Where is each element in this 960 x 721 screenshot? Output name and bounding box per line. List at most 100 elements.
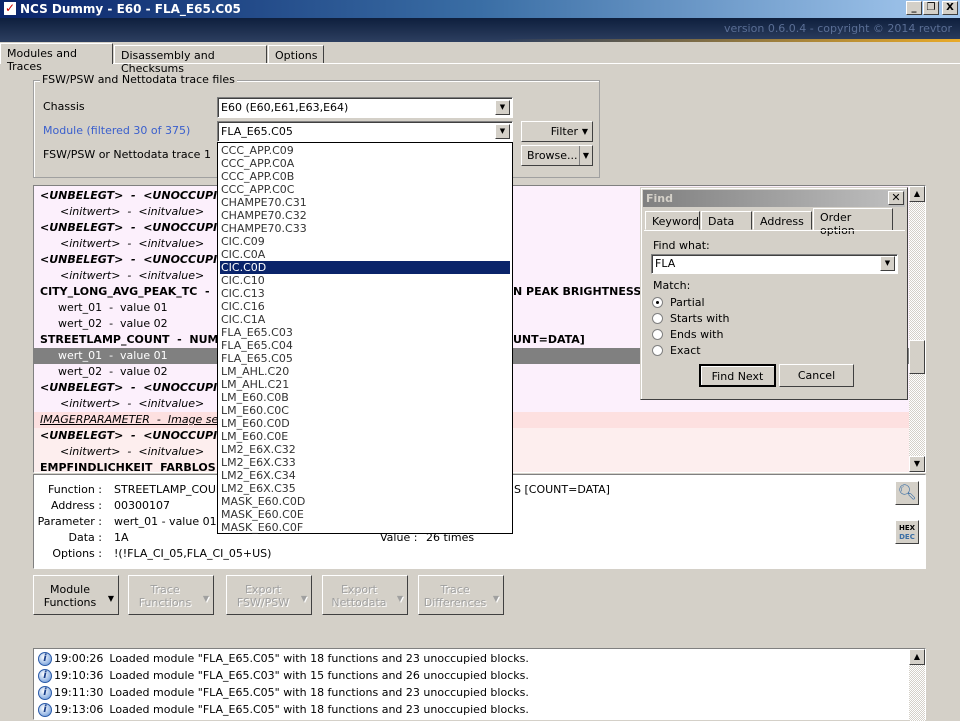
dropdown-item[interactable]: FLA_E65.C05 <box>220 352 510 365</box>
action-label-line2: Differences <box>423 596 487 609</box>
filter-button[interactable]: Filter ▼ <box>521 121 593 142</box>
dropdown-item[interactable]: CHAMPE70.C32 <box>220 209 510 222</box>
log-time: 19:00:26 <box>54 652 104 665</box>
dropdown-item[interactable]: MASK_E60.C0D <box>220 495 510 508</box>
dropdown-item[interactable]: LM_AHL.C20 <box>220 365 510 378</box>
log-time: 19:11:30 <box>54 686 104 699</box>
dropdown-item[interactable]: CHAMPE70.C33 <box>220 222 510 235</box>
tab-modules-and-traces[interactable]: Modules and Traces <box>0 43 113 73</box>
data-label: Data : <box>68 531 102 544</box>
dropdown-item[interactable]: LM_E60.C0E <box>220 430 510 443</box>
dropdown-item[interactable]: CIC.C0D <box>220 261 510 274</box>
function-value-tail: S [COUNT=DATA] <box>514 483 610 496</box>
action-button-export-fsw-psw[interactable]: Export FSW/PSW ▼ <box>226 575 312 615</box>
tree-row-text: <initwert> - <initvalue> <box>60 269 205 282</box>
dropdown-item[interactable]: CIC.C0A <box>220 248 510 261</box>
search-magnifier-icon[interactable]: 🔍︎ <box>895 481 919 505</box>
tree-scrollbar[interactable]: ▲ ▼ <box>909 186 925 472</box>
tab-options[interactable]: Options <box>268 45 324 64</box>
dropdown-item[interactable]: LM2_E6X.C34 <box>220 469 510 482</box>
tree-row-tail: UNT=DATA] <box>513 333 585 346</box>
module-select[interactable]: FLA_E65.C05 ▼ <box>217 121 513 142</box>
log-scrollbar[interactable]: ▲ <box>909 649 925 721</box>
chevron-down-icon[interactable]: ▼ <box>495 100 510 115</box>
chevron-down-icon: ▼ <box>202 594 209 603</box>
dropdown-item[interactable]: LM_E60.C0B <box>220 391 510 404</box>
scroll-down-icon[interactable]: ▼ <box>909 456 925 472</box>
dropdown-item[interactable]: LM_E60.C0C <box>220 404 510 417</box>
app-checkmark-icon: ✓ <box>4 1 16 15</box>
action-button-trace-differences[interactable]: Trace Differences ▼ <box>418 575 504 615</box>
radio-exact[interactable] <box>652 345 663 356</box>
scroll-up-icon[interactable]: ▲ <box>909 186 925 202</box>
dropdown-item[interactable]: MASK_E60.C0E <box>220 508 510 521</box>
tab-disassembly-and-checksums[interactable]: Disassembly and Checksums <box>114 45 267 75</box>
find-what-input[interactable]: FLA ▼ <box>651 254 898 274</box>
dropdown-item[interactable]: CCC_APP.C09 <box>220 144 510 157</box>
close-button[interactable]: X <box>942 1 958 15</box>
log-time: 19:10:36 <box>54 669 104 682</box>
dropdown-item[interactable]: FLA_E65.C04 <box>220 339 510 352</box>
dropdown-item[interactable]: LM_E60.C0D <box>220 417 510 430</box>
browse-label: Browse... <box>527 149 578 162</box>
find-tab-address[interactable]: Address <box>753 211 812 230</box>
hex-label: HEX <box>898 524 916 532</box>
chevron-down-icon[interactable]: ▼ <box>880 256 895 271</box>
dropdown-item[interactable]: LM2_E6X.C33 <box>220 456 510 469</box>
browse-button[interactable]: Browse... ▼ <box>521 145 593 166</box>
radio-starts-with[interactable] <box>652 313 663 324</box>
dropdown-item[interactable]: CCC_APP.C0B <box>220 170 510 183</box>
tree-row-text: <initwert> - <initvalue> <box>60 397 205 410</box>
dropdown-item[interactable]: CIC.C10 <box>220 274 510 287</box>
tree-row-text: <UNBELEGT> - <UNOCCUPIED> <box>40 221 244 234</box>
scroll-thumb[interactable] <box>909 340 925 374</box>
dec-label: DEC <box>899 533 915 541</box>
address-label: Address : <box>50 499 102 512</box>
options-label: Options : <box>52 547 102 560</box>
radio-partial[interactable] <box>652 297 663 308</box>
radio-label: Starts with <box>670 312 730 325</box>
dropdown-item[interactable]: LM2_E6X.C32 <box>220 443 510 456</box>
radio-ends-with[interactable] <box>652 329 663 340</box>
scroll-up-icon[interactable]: ▲ <box>909 649 925 665</box>
dropdown-item[interactable]: LM_AHL.C21 <box>220 378 510 391</box>
find-tab-data[interactable]: Data <box>701 211 752 230</box>
tree-row-text: <UNBELEGT> - <UNOCCUPIED> <box>40 189 244 202</box>
address-value: 00300107 <box>114 499 170 512</box>
dropdown-item[interactable]: CIC.C1A <box>220 313 510 326</box>
dropdown-item[interactable]: MASK_E60.C0F <box>220 521 510 534</box>
find-close-icon[interactable]: ✕ <box>888 191 904 205</box>
action-label-line1: Trace <box>150 583 180 596</box>
dropdown-item[interactable]: CIC.C16 <box>220 300 510 313</box>
log-message: Loaded module "FLA_E65.C05" with 18 func… <box>109 703 529 716</box>
minimize-button[interactable]: _ <box>906 1 922 15</box>
tree-row-text: STREETLAMP_COUNT - NUMBER <box>40 333 243 346</box>
find-next-button[interactable]: Find Next <box>699 364 776 387</box>
module-dropdown-list[interactable]: CCC_APP.C09 CCC_APP.C0A CCC_APP.C0B CCC_APP… <box>217 142 513 534</box>
group-title: FSW/PSW and Nettodata trace files <box>40 73 237 86</box>
chevron-down-icon[interactable]: ▼ <box>495 124 510 139</box>
find-tab-order-option[interactable]: Order option <box>813 208 893 237</box>
dropdown-item[interactable]: CCC_APP.C0C <box>220 183 510 196</box>
find-tab-keyword[interactable]: Keyword <box>645 211 700 230</box>
dropdown-item[interactable]: CHAMPE70.C31 <box>220 196 510 209</box>
log-entry: i 19:00:26 Loaded module "FLA_E65.C05" wit… <box>38 650 529 667</box>
action-button-trace-functions[interactable]: Trace Functions ▼ <box>128 575 214 615</box>
tree-row-tail: N PEAK BRIGHTNESS <box>513 285 642 298</box>
action-button-export-nettodata[interactable]: Export Nettodata ▼ <box>322 575 408 615</box>
dropdown-item[interactable]: CIC.C09 <box>220 235 510 248</box>
chevron-down-icon[interactable]: ▼ <box>578 146 589 165</box>
dropdown-item[interactable]: LM2_E6X.C35 <box>220 482 510 495</box>
dropdown-item[interactable]: CIC.C13 <box>220 287 510 300</box>
restore-button[interactable]: ❐ <box>923 1 939 15</box>
log-entry: i 19:13:06 Loaded module "FLA_E65.C05" wit… <box>38 701 529 718</box>
dropdown-item[interactable]: CCC_APP.C0A <box>220 157 510 170</box>
info-icon: i <box>38 686 52 700</box>
action-label-line2: FSW/PSW <box>236 596 290 609</box>
chassis-select[interactable]: E60 (E60,E61,E63,E64) ▼ <box>217 97 513 118</box>
hex-dec-toggle[interactable]: HEX DEC <box>895 520 919 544</box>
action-button-module-functions[interactable]: Module Functions ▼ <box>33 575 119 615</box>
dropdown-item[interactable]: FLA_E65.C03 <box>220 326 510 339</box>
cancel-button[interactable]: Cancel <box>779 364 854 387</box>
log-time: 19:13:06 <box>54 703 104 716</box>
